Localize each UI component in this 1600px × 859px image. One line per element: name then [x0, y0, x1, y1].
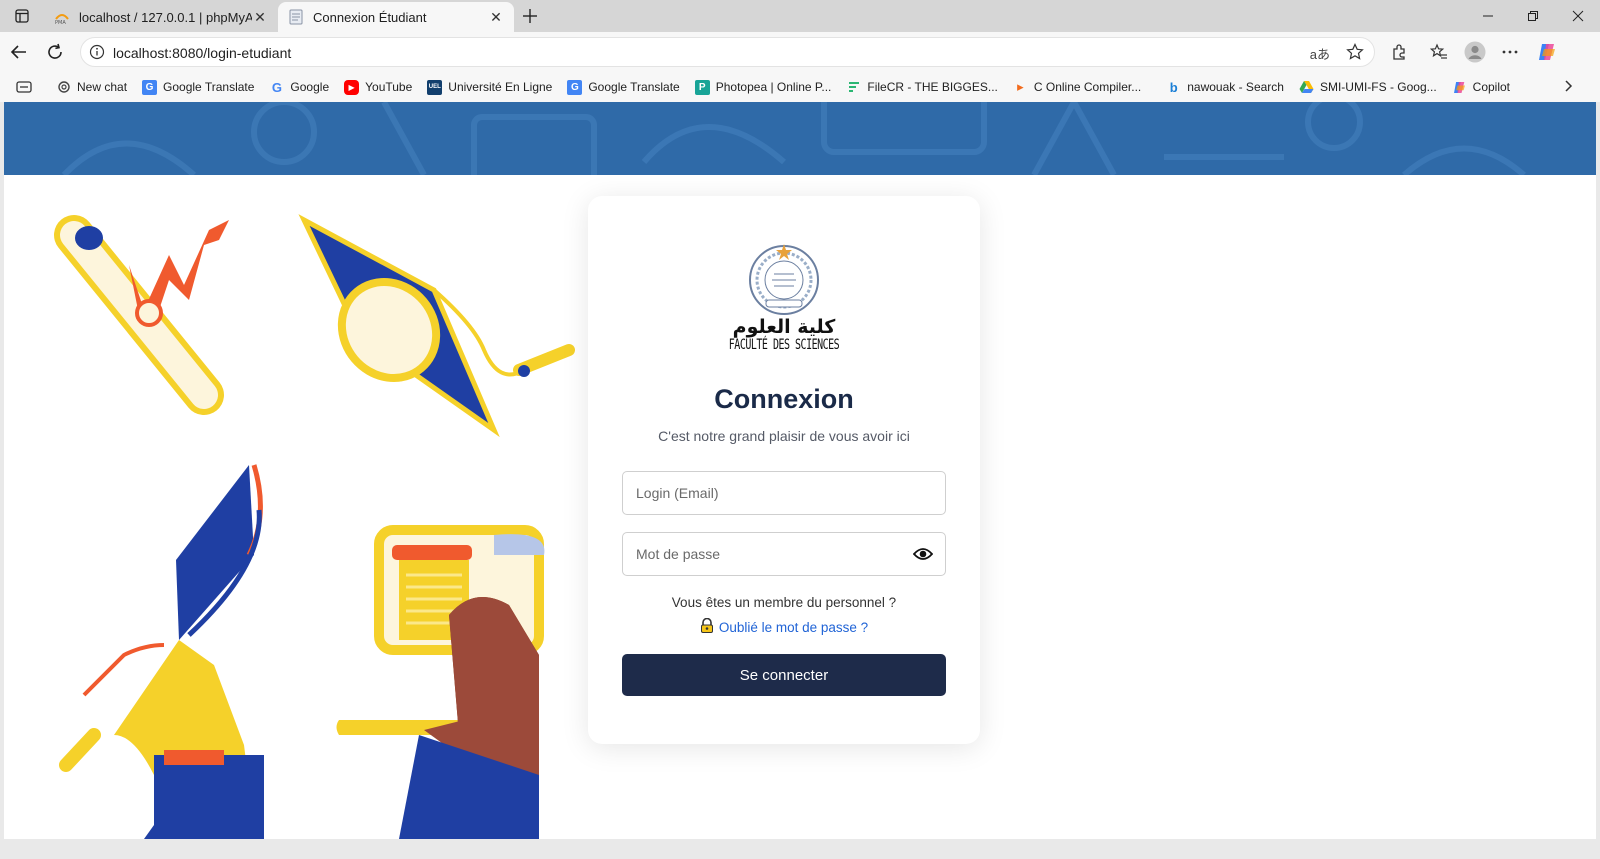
tab-title: localhost / 127.0.0.1 | phpMyAdmin	[79, 9, 252, 25]
forgot-password-label: Oublié le mot de passe ?	[718, 619, 869, 635]
favorite-star-icon[interactable]	[1346, 43, 1364, 66]
tab-strip: PMA localhost / 127.0.0.1 | phpMyAdmin ✕…	[0, 0, 1600, 32]
url-text: localhost:8080/login-etudiant	[113, 45, 292, 61]
window-controls	[1465, 0, 1600, 32]
hand-with-cap-icon	[59, 464, 264, 839]
email-field[interactable]	[623, 472, 945, 514]
openai-icon	[56, 80, 71, 95]
site-info-icon[interactable]	[89, 44, 105, 65]
address-bar[interactable]: localhost:8080/login-etudiant aあ	[80, 37, 1375, 67]
bookmark-google-translate-2[interactable]: G Google Translate	[567, 79, 680, 95]
reload-icon[interactable]	[44, 41, 66, 63]
close-icon[interactable]: ✕	[488, 9, 504, 25]
lock-icon	[700, 617, 714, 636]
google-icon: G	[271, 79, 282, 95]
bookmark-copilot[interactable]: Copilot	[1452, 80, 1510, 95]
uel-icon: UEL	[427, 79, 443, 95]
compiler-icon: ▸	[1017, 79, 1024, 94]
drive-icon	[1299, 80, 1314, 95]
photopea-icon: P	[694, 79, 710, 95]
bookmark-c-online-compiler[interactable]: ▸ C Online Compiler...	[1013, 79, 1141, 95]
forgot-password-link[interactable]: Oublié le mot de passe ?	[588, 617, 980, 636]
page-viewport: كلية العلوم FACULTÉ DES SCIENCES Connexi…	[4, 102, 1596, 839]
password-field-container	[622, 532, 946, 576]
bookmark-google[interactable]: G Google	[269, 80, 329, 95]
chevron-right-icon[interactable]	[1562, 79, 1574, 98]
translate-icon: G	[567, 79, 583, 95]
hand-with-document-icon	[336, 525, 545, 839]
bookmark-new-chat[interactable]: New chat	[56, 80, 127, 95]
show-password-eye-icon[interactable]	[912, 546, 934, 567]
logo-arabic-text: كلية العلوم	[732, 316, 836, 338]
restore-icon[interactable]	[1510, 0, 1555, 32]
bookmark-youtube[interactable]: ▶ YouTube	[344, 79, 412, 95]
login-title: Connexion	[714, 384, 854, 414]
phpmyadmin-icon: PMA	[54, 9, 70, 26]
page-icon	[288, 9, 304, 25]
bookmark-google-translate[interactable]: G Google Translate	[142, 79, 254, 95]
bookmark-smi-umi-fs[interactable]: SMI-UMI-FS - Goog...	[1299, 80, 1437, 95]
copilot-icon[interactable]	[1536, 41, 1558, 63]
tab-title: Connexion Étudiant	[313, 9, 427, 25]
login-card: كلية العلوم FACULTÉ DES SCIENCES Connexi…	[588, 196, 980, 744]
back-icon[interactable]	[8, 41, 30, 63]
filecr-icon	[846, 80, 861, 95]
sidebar-toggle-icon[interactable]	[16, 80, 32, 99]
email-field-container	[622, 471, 946, 515]
graduation-illustration	[54, 214, 575, 839]
bookmark-nawouak-search[interactable]: b nawouak - Search	[1166, 80, 1284, 95]
close-icon[interactable]: ✕	[252, 9, 268, 25]
header-banner	[4, 102, 1596, 175]
password-field[interactable]	[623, 533, 945, 575]
bookmarks-bar: New chat G Google Translate G Google ▶ Y…	[0, 72, 1600, 102]
tab-actions-icon[interactable]	[8, 5, 36, 27]
browser-toolbar: localhost:8080/login-etudiant aあ	[0, 32, 1600, 72]
login-submit-button[interactable]: Se connecter	[622, 654, 946, 696]
tab-connexion-etudiant[interactable]: Connexion Étudiant ✕	[278, 2, 514, 32]
faculty-logo: كلية العلوم FACULTÉ DES SCIENCES	[724, 242, 844, 354]
bookmark-universite-en-ligne[interactable]: UEL Université En Ligne	[427, 79, 552, 95]
login-subtitle: C'est notre grand plaisir de vous avoir …	[658, 428, 910, 444]
new-tab-icon[interactable]	[520, 6, 540, 26]
staff-prompt-text[interactable]: Vous êtes un membre du personnel ?	[588, 595, 980, 610]
read-aloud-icon[interactable]: aあ	[1310, 44, 1330, 63]
window-bottom-edge	[0, 839, 1600, 859]
minimize-icon[interactable]	[1465, 0, 1510, 32]
close-window-icon[interactable]	[1555, 0, 1600, 32]
favorites-icon[interactable]	[1429, 42, 1449, 62]
logo-french-text: FACULTÉ DES SCIENCES	[728, 338, 840, 354]
bookmark-filecr[interactable]: FileCR - THE BIGGES...	[846, 80, 998, 95]
banner-pattern	[61, 102, 1526, 175]
diploma-scroll-icon	[54, 215, 229, 415]
graduation-cap-icon	[298, 214, 575, 438]
youtube-icon: ▶	[344, 79, 360, 95]
bing-icon: b	[1169, 79, 1178, 95]
more-menu-icon[interactable]	[1500, 42, 1520, 62]
svg-text:PMA: PMA	[55, 20, 66, 25]
extensions-icon[interactable]	[1389, 42, 1409, 62]
profile-avatar-icon[interactable]	[1463, 40, 1487, 64]
translate-icon: G	[142, 79, 158, 95]
copilot-icon	[1452, 80, 1467, 95]
tab-phpmyadmin[interactable]: PMA localhost / 127.0.0.1 | phpMyAdmin ✕	[44, 2, 278, 32]
bookmark-photopea[interactable]: P Photopea | Online P...	[694, 79, 831, 95]
